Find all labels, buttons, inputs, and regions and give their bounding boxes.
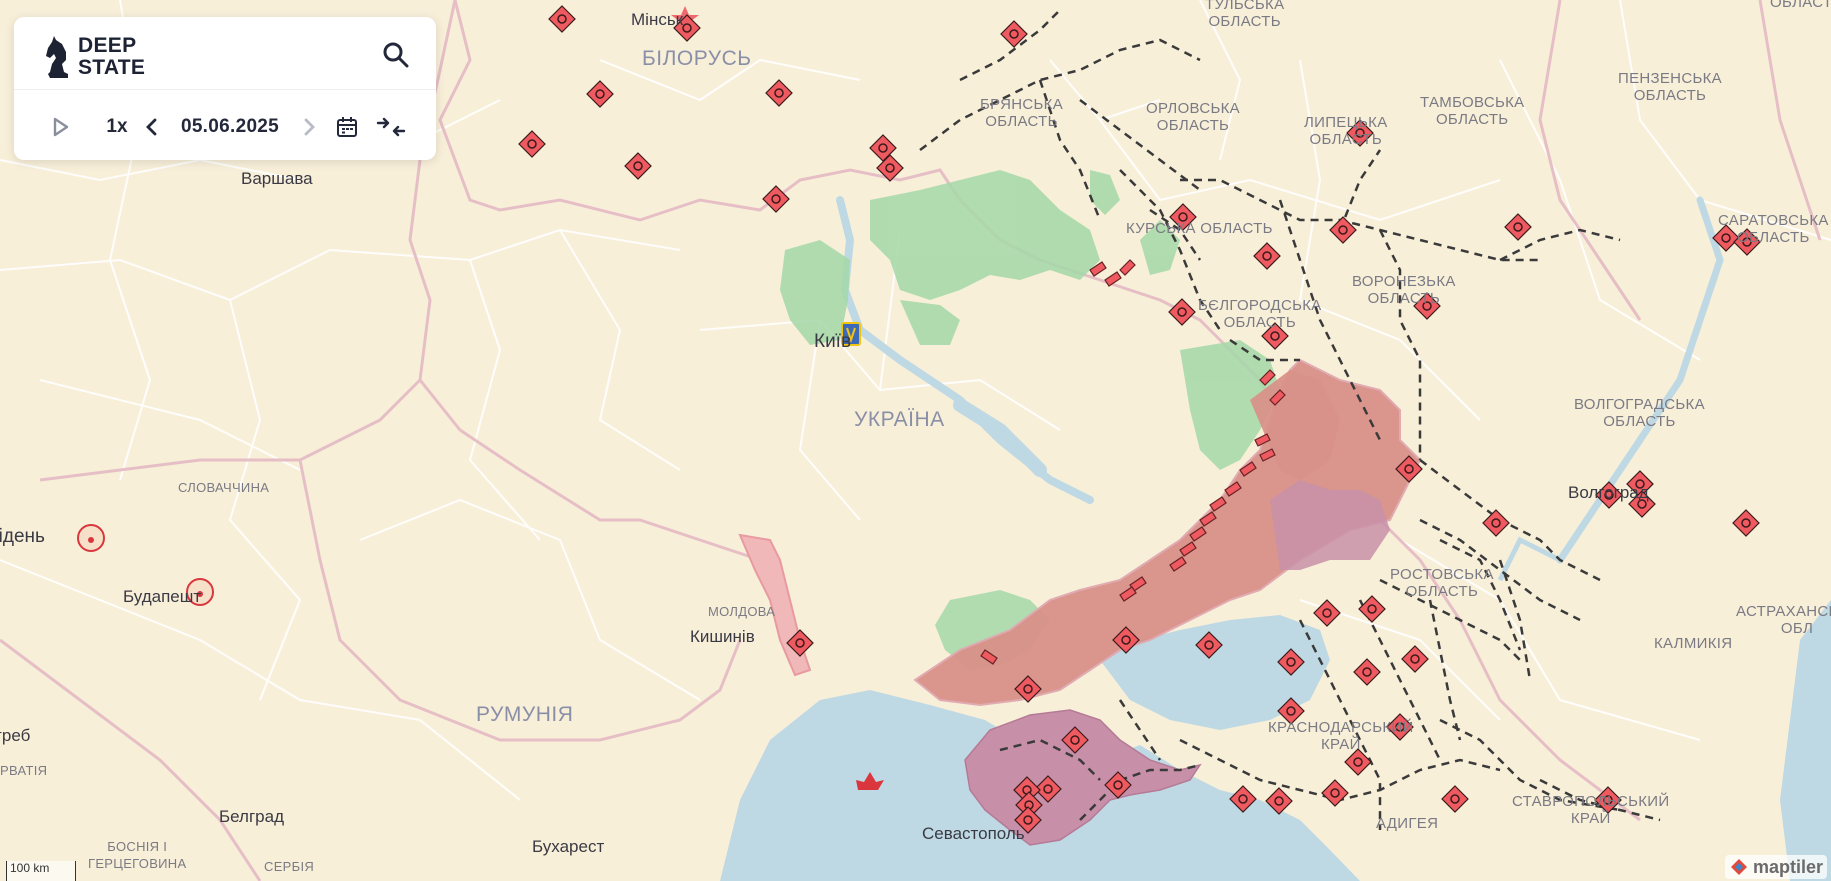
collapse-icon — [376, 117, 406, 137]
brand-text: DEEP STATE — [78, 33, 146, 79]
label-belgorod: БЄЛГОРОДСЬКА ОБЛАСТЬ — [1198, 297, 1322, 331]
brand-logo[interactable]: DEEP STATE — [44, 29, 145, 84]
search-button[interactable] — [380, 39, 412, 71]
brand-line-2: STATE — [78, 55, 146, 79]
city-warsaw: Варшава — [241, 169, 313, 188]
label-stavropol: СТАВРОПОЛЬСЬКИЙ КРАЙ — [1512, 793, 1670, 827]
maptiler-logo-icon — [1730, 859, 1747, 875]
label-adygea: АДИГЕЯ — [1376, 815, 1439, 832]
date-display[interactable]: 05.06.2025 — [174, 112, 286, 142]
maptiler-label: maptiler — [1752, 856, 1823, 877]
panel-divider — [14, 89, 436, 90]
next-date-button[interactable] — [296, 112, 322, 142]
play-icon — [53, 117, 69, 137]
label-moldova: МОЛДОВА — [708, 604, 776, 619]
city-vienna: Відень — [0, 526, 45, 547]
knight-logo-icon — [46, 35, 68, 78]
label-bryansk: БРЯНСЬКА ОБЛАСТЬ — [980, 96, 1064, 130]
prev-date-button[interactable] — [138, 112, 166, 142]
city-kyiv: Київ — [814, 331, 852, 352]
label-krasnodar: КРАСНОДАРСЬКИЙ КРАЙ — [1268, 719, 1414, 753]
label-top-right: ОБЛАСТЬ — [1770, 0, 1831, 11]
play-button[interactable] — [48, 112, 74, 142]
label-romania: РУМУНІЯ — [476, 703, 574, 726]
city-chisinau: Кишинів — [690, 627, 755, 646]
label-kalmykia: КАЛМИКІЯ — [1654, 635, 1733, 652]
label-kursk: КУРСЬКА ОБЛАСТЬ — [1126, 220, 1273, 237]
city-zagreb: Загреб — [0, 726, 31, 745]
control-panel: DEEP STATE 1x 05.06.2025 — [14, 17, 436, 160]
label-rostov: РОСТОВСЬКА ОБЛАСТЬ — [1390, 566, 1494, 600]
label-orel: ОРЛОВСЬКА ОБЛАСТЬ — [1146, 100, 1240, 134]
calendar-icon — [337, 117, 357, 137]
city-minsk: Мінськ — [631, 10, 684, 29]
label-lipetsk: ЛИПЕЦЬКА ОБЛАСТЬ — [1304, 114, 1388, 148]
label-serbia: СЕРБІЯ — [264, 859, 315, 874]
label-volgograd: ВОЛГОГРАДСЬКА ОБЛАСТЬ — [1574, 396, 1705, 430]
brand-line-1: DEEP — [78, 33, 137, 57]
label-saratov: САРАТОВСЬКА ОБЛАСТЬ — [1718, 212, 1829, 246]
label-astrakhan: АСТРАХАНСЬКАОБЛ — [1736, 603, 1831, 637]
chevron-right-icon — [304, 118, 315, 136]
label-tambov: ТАМБОВСЬКА ОБЛАСТЬ — [1420, 94, 1525, 128]
city-belgrade: Белград — [219, 807, 284, 826]
calendar-button[interactable] — [332, 112, 362, 142]
label-slovakia: СЛОВАЧЧИНА — [178, 480, 270, 495]
speed-toggle[interactable]: 1x — [92, 112, 142, 142]
label-voronezh: ВОРОНЕЗЬКА ОБЛАСТЬ — [1352, 273, 1456, 307]
label-croatia: РВАТІЯ — [0, 763, 48, 778]
maptiler-attribution[interactable]: maptiler — [1724, 855, 1827, 879]
search-icon — [383, 42, 409, 68]
label-tula: ТУЛЬСЬКА ОБЛАСТЬ — [1205, 0, 1285, 30]
label-belarus: БІЛОРУСЬ — [642, 47, 752, 70]
label-bosnia: БОСНІЯ І ГЕРЦЕГОВИНА — [88, 839, 187, 871]
label-penza: ПЕНЗЕНСЬКА ОБЛАСТЬ — [1618, 70, 1722, 104]
city-volgograd: Волгоград — [1568, 483, 1649, 502]
chevron-left-icon — [146, 118, 157, 136]
city-bucharest: Бухарест — [532, 837, 605, 856]
city-sevastopol: Севастополь — [922, 824, 1025, 843]
map-scale: 100 km — [6, 861, 76, 881]
city-budapest: Будапешт — [123, 587, 202, 606]
collapse-button[interactable] — [374, 112, 408, 142]
label-ukraine: УКРАЇНА — [854, 408, 945, 431]
